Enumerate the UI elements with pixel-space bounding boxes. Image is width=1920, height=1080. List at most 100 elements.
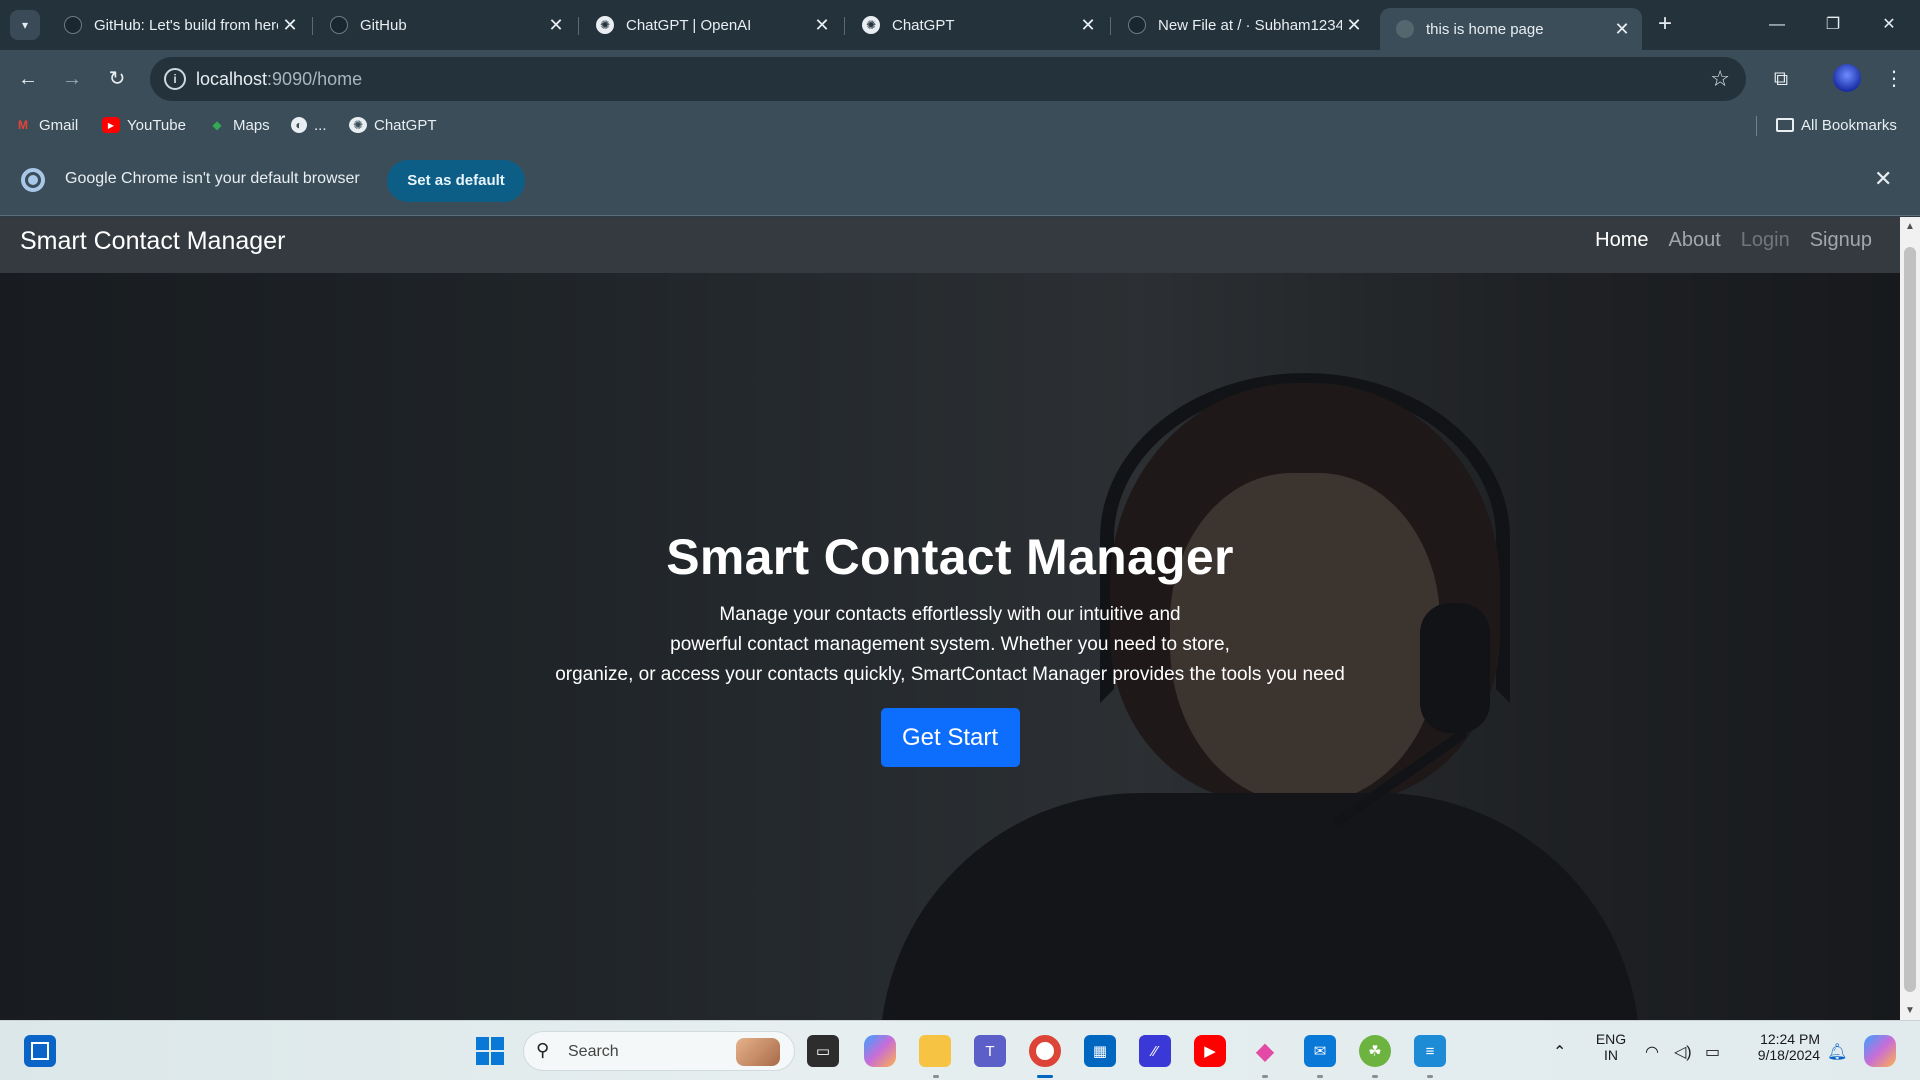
bookmark-label: ChatGPT	[374, 116, 437, 134]
chrome-logo-icon	[21, 168, 45, 192]
tab-title: this is home page	[1426, 20, 1544, 38]
volume-icon[interactable]: ◁)	[1674, 1042, 1692, 1062]
tab-github[interactable]: GitHub ✕	[314, 8, 576, 42]
hero-description-line: organize, or access your contacts quickl…	[555, 664, 1345, 685]
bookmark-label: Maps	[233, 116, 270, 134]
hero-description-line: Manage your contacts effortlessly with o…	[719, 604, 1181, 625]
github-icon	[330, 16, 348, 34]
tab-search-button[interactable]: ▾	[10, 10, 40, 40]
wifi-icon[interactable]: ◠	[1645, 1042, 1659, 1062]
running-app-indicator	[1427, 1075, 1433, 1078]
tab-chatgpt[interactable]: ✺ ChatGPT ✕	[846, 8, 1108, 42]
scroll-down-icon[interactable]: ▼	[1905, 1005, 1915, 1016]
openai-icon: ✺	[596, 16, 614, 34]
tab-chatgpt-openai[interactable]: ✺ ChatGPT | OpenAI ✕	[580, 8, 842, 42]
close-tab-icon[interactable]: ✕	[1610, 19, 1634, 40]
all-bookmarks[interactable]: All Bookmarks	[1776, 115, 1897, 135]
close-tab-icon[interactable]: ✕	[1076, 15, 1100, 36]
reload-button[interactable]: ↻	[101, 63, 133, 95]
search-highlight-image	[736, 1038, 780, 1066]
teams-icon[interactable]: T	[974, 1035, 1006, 1067]
nav-about[interactable]: About	[1669, 229, 1721, 252]
widgets-icon[interactable]	[24, 1035, 56, 1067]
notepad-icon[interactable]: ≡	[1414, 1035, 1446, 1067]
spring-tool-icon[interactable]: ☘	[1359, 1035, 1391, 1067]
nav-login[interactable]: Login	[1741, 229, 1790, 252]
tab-title: ChatGPT	[892, 16, 955, 34]
minimize-button[interactable]: —	[1754, 8, 1800, 42]
battery-icon[interactable]: ▭	[1705, 1042, 1720, 1062]
close-infobar-icon[interactable]: ✕	[1874, 166, 1892, 192]
taskbar-search-label: Search	[568, 1043, 619, 1060]
bookmark-star-icon[interactable]: ☆	[1710, 66, 1730, 92]
browser-toolbar: ← → ↻ i localhost:9090/home ☆ ⧉ ⋮	[0, 50, 1920, 108]
clock-time: 12:24 PM	[1760, 1031, 1820, 1047]
tab-github-home[interactable]: GitHub: Let's build from here ✕	[48, 8, 310, 42]
editor-app-icon[interactable]: ⁄⁄	[1139, 1035, 1171, 1067]
bookmarks-bar: M Gmail ▶ YouTube ◆ Maps ◐ ... ✺ ChatGPT…	[0, 108, 1920, 142]
copilot-icon[interactable]	[864, 1035, 896, 1067]
restore-button[interactable]: ❐	[1810, 8, 1856, 42]
navbar-brand[interactable]: Smart Contact Manager	[20, 227, 285, 256]
close-window-button[interactable]: ✕	[1866, 8, 1912, 42]
close-tab-icon[interactable]: ✕	[810, 15, 834, 36]
task-view-icon[interactable]: ▭	[807, 1035, 839, 1067]
url-host: localhost	[196, 69, 268, 89]
active-app-indicator	[1037, 1075, 1053, 1078]
site-info-icon[interactable]: i	[164, 68, 186, 90]
close-tab-icon[interactable]: ✕	[544, 15, 568, 36]
copilot-pre-icon[interactable]	[1864, 1035, 1896, 1067]
extensions-icon[interactable]: ⧉	[1765, 63, 1797, 95]
tab-separator	[844, 17, 845, 35]
scrollbar-thumb[interactable]	[1904, 247, 1916, 992]
set-as-default-button[interactable]: Set as default	[387, 160, 525, 202]
tab-separator	[578, 17, 579, 35]
more-menu-icon[interactable]: ⋮	[1878, 63, 1910, 95]
profile-avatar[interactable]	[1833, 64, 1861, 92]
page-scrollbar[interactable]: ▲ ▼	[1900, 217, 1920, 1020]
new-tab-button[interactable]: +	[1650, 10, 1680, 40]
windows-start-icon[interactable]	[474, 1035, 506, 1067]
tab-new-file[interactable]: New File at / · Subham1234 ✕	[1112, 8, 1374, 42]
youtube-icon: ▶	[102, 117, 120, 133]
nav-home[interactable]: Home	[1595, 229, 1648, 252]
scroll-up-icon[interactable]: ▲	[1905, 221, 1915, 232]
chrome-icon[interactable]	[1029, 1035, 1061, 1067]
page-viewport: Smart Contact Manager Home About Login S…	[0, 217, 1900, 1020]
youtube-icon[interactable]: ▶	[1194, 1035, 1226, 1067]
file-explorer-icon[interactable]	[919, 1035, 951, 1067]
bookmark-maps[interactable]: ◆ Maps	[208, 115, 270, 135]
tab-strip: ▾ GitHub: Let's build from here ✕ GitHub…	[0, 0, 1920, 50]
tab-title: ChatGPT | OpenAI	[626, 16, 752, 34]
clock[interactable]: 12:24 PM 9/18/2024	[1740, 1031, 1820, 1063]
language-indicator[interactable]: ENG IN	[1594, 1031, 1628, 1063]
running-app-indicator	[933, 1075, 939, 1078]
bookmark-globe[interactable]: ◐ ...	[291, 115, 327, 135]
tab-title: New File at / · Subham1234	[1158, 16, 1342, 34]
microsoft-store-icon[interactable]: ▦	[1084, 1035, 1116, 1067]
hero-description: Manage your contacts effortlessly with o…	[0, 600, 1900, 690]
tab-home-page[interactable]: this is home page ✕	[1380, 8, 1642, 50]
language-code: ENG	[1595, 1031, 1627, 1047]
github-icon	[64, 16, 82, 34]
windows-taskbar: ⚲ Search ▭ T ▦ ⁄⁄ ▶ ◆ ✉ ☘ ≡ ⌃ ENG IN ◠ ◁…	[0, 1020, 1920, 1080]
close-tab-icon[interactable]: ✕	[1342, 15, 1366, 36]
notification-bell-icon[interactable]: 🔔︎	[1827, 1042, 1847, 1062]
running-app-indicator	[1262, 1075, 1268, 1078]
taskbar-search[interactable]: ⚲ Search	[523, 1031, 795, 1071]
get-start-button[interactable]: Get Start	[880, 708, 1020, 767]
url-text[interactable]: localhost:9090/home	[196, 69, 362, 90]
bookmark-youtube[interactable]: ▶ YouTube	[102, 115, 186, 135]
bookmark-gmail[interactable]: M Gmail	[14, 115, 78, 135]
running-app-indicator	[1317, 1075, 1323, 1078]
close-tab-icon[interactable]: ✕	[278, 15, 302, 36]
folder-icon	[1776, 118, 1794, 132]
address-bar[interactable]: i localhost:9090/home ☆	[150, 57, 1746, 101]
chevron-up-icon[interactable]: ⌃	[1553, 1042, 1566, 1062]
mail-icon[interactable]: ✉	[1304, 1035, 1336, 1067]
forward-button[interactable]: →	[56, 63, 88, 95]
nav-signup[interactable]: Signup	[1810, 229, 1872, 252]
bookmark-chatgpt[interactable]: ✺ ChatGPT	[349, 115, 437, 135]
back-button[interactable]: ←	[12, 63, 44, 95]
photos-app-icon[interactable]: ◆	[1249, 1035, 1281, 1067]
